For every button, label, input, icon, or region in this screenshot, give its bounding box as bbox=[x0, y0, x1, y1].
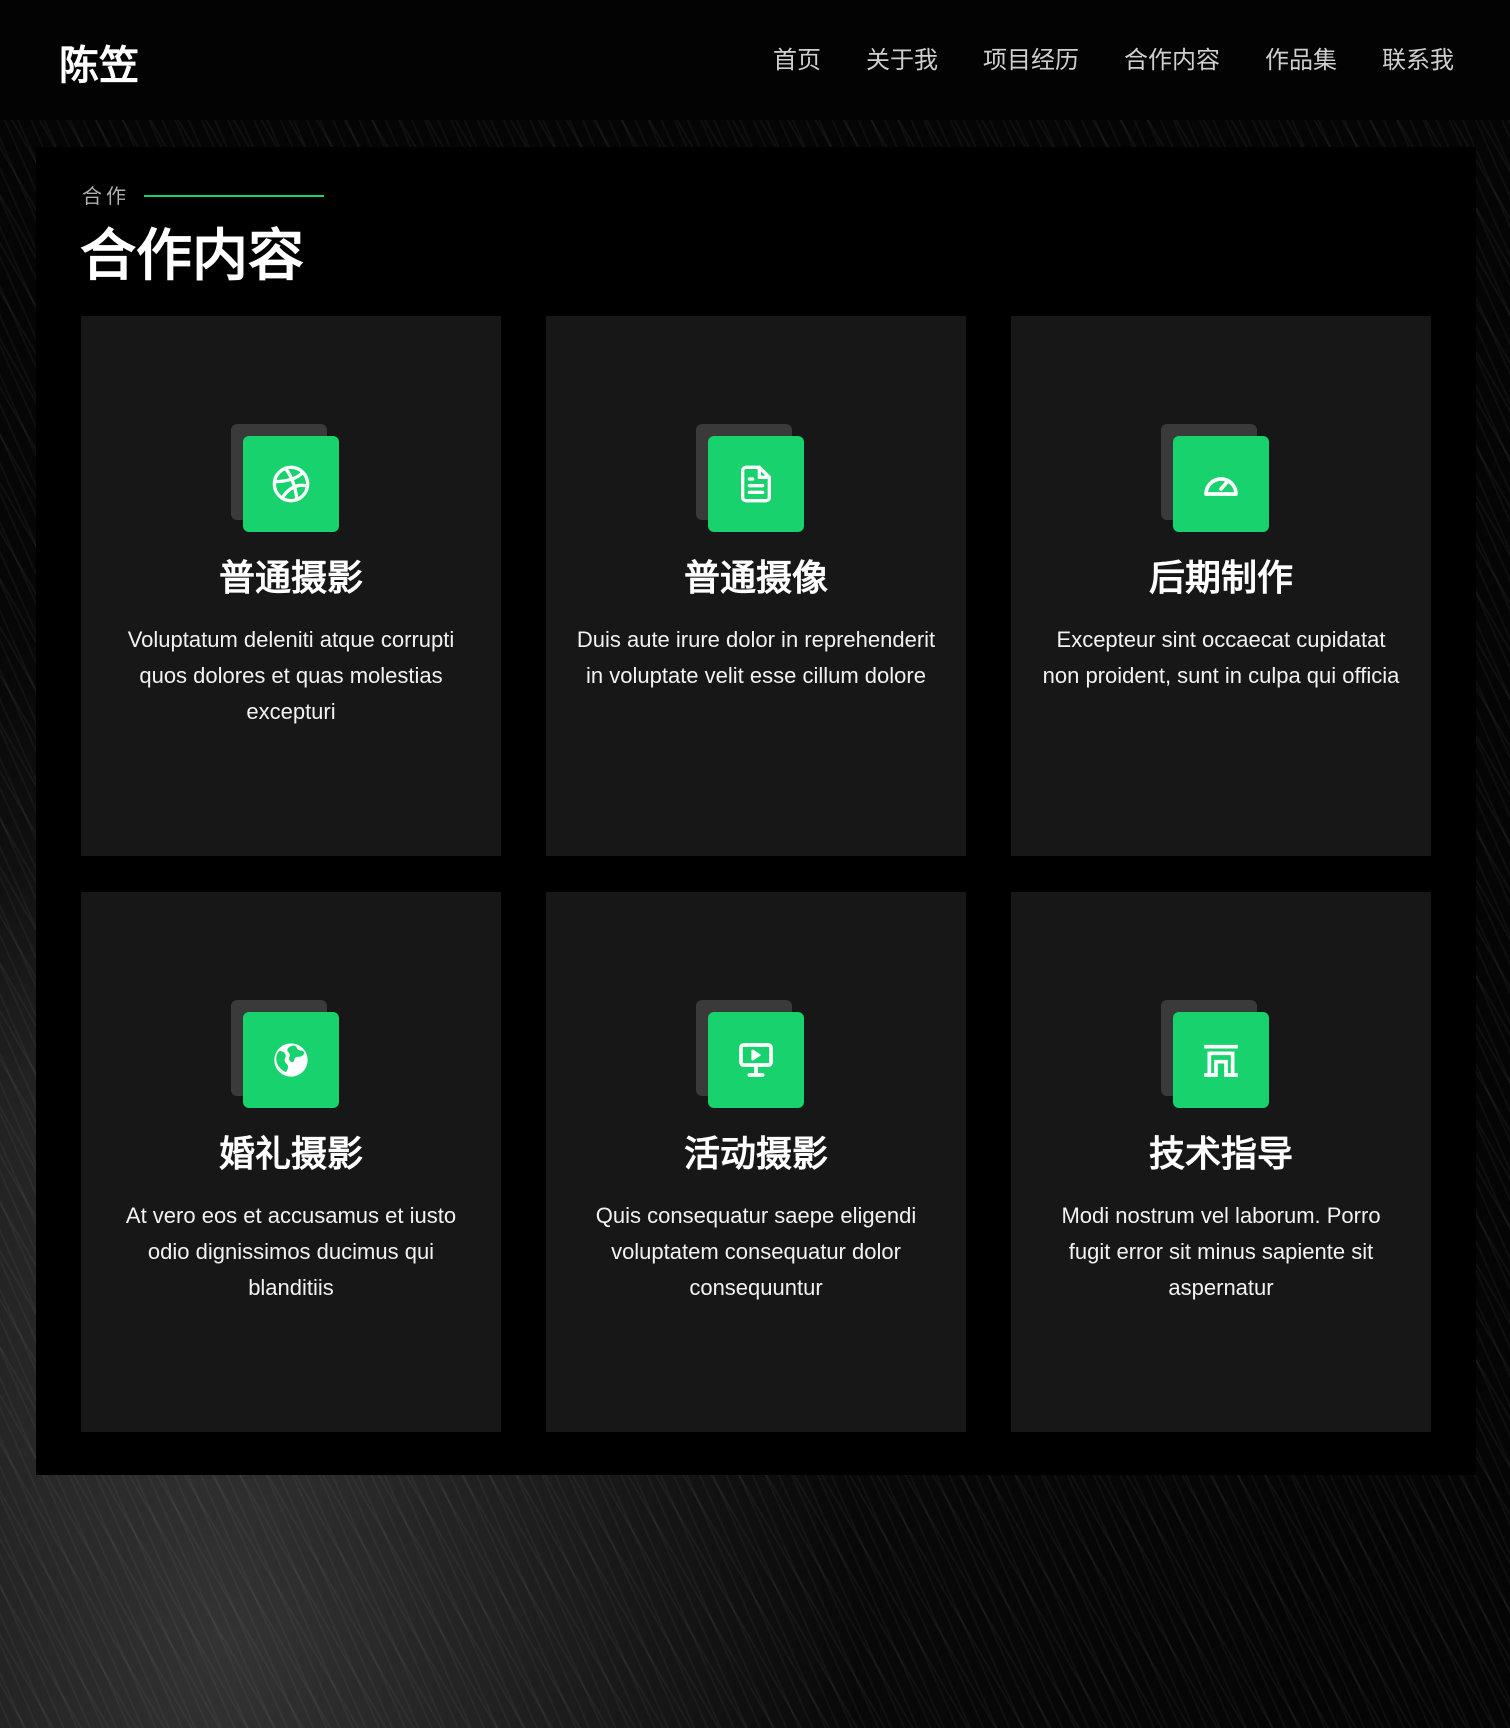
service-card-wedding[interactable]: 婚礼摄影 At vero eos et accusamus et iusto o… bbox=[81, 892, 501, 1432]
icon-container bbox=[231, 424, 339, 532]
card-title: 后期制作 bbox=[1148, 558, 1293, 599]
nav-item-about[interactable]: 关于我 bbox=[866, 44, 938, 76]
dribbble-icon bbox=[272, 465, 310, 503]
document-icon bbox=[741, 465, 771, 503]
icon-tile bbox=[708, 436, 804, 532]
service-card-technical-guidance[interactable]: 技术指导 Modi nostrum vel laborum. Porro fug… bbox=[1011, 892, 1431, 1432]
card-description: Voluptatum deleniti atque corrupti quos … bbox=[127, 627, 455, 724]
icon-container bbox=[231, 1000, 339, 1108]
card-description: Excepteur sint occaecat cupidatat non pr… bbox=[1042, 627, 1400, 688]
icon-container bbox=[696, 1000, 804, 1108]
icon-tile bbox=[1173, 436, 1269, 532]
card-description: Duis aute irure dolor in reprehenderit i… bbox=[576, 627, 936, 688]
main-nav: 首页 关于我 项目经历 合作内容 作品集 联系我 bbox=[773, 44, 1454, 76]
service-card-event[interactable]: 活动摄影 Quis consequatur saepe eligendi vol… bbox=[546, 892, 966, 1432]
nav-item-contact[interactable]: 联系我 bbox=[1382, 44, 1454, 76]
eyebrow-divider bbox=[144, 195, 324, 197]
icon-tile bbox=[243, 1012, 339, 1108]
presentation-icon bbox=[739, 1043, 773, 1077]
service-card-photography[interactable]: 普通摄影 Voluptatum deleniti atque corrupti … bbox=[81, 316, 501, 856]
icon-container bbox=[696, 424, 804, 532]
icon-container bbox=[1161, 1000, 1269, 1108]
card-description: At vero eos et accusamus et iusto odio d… bbox=[125, 1203, 457, 1300]
card-title: 普通摄影 bbox=[218, 558, 363, 599]
icon-tile bbox=[708, 1012, 804, 1108]
service-card-videography[interactable]: 普通摄像 Duis aute irure dolor in reprehende… bbox=[546, 316, 966, 856]
services-grid: 普通摄影 Voluptatum deleniti atque corrupti … bbox=[81, 316, 1431, 1432]
section-title: 合作内容 bbox=[80, 223, 304, 289]
nav-item-projects[interactable]: 项目经历 bbox=[983, 44, 1079, 76]
card-description: Modi nostrum vel laborum. Porro fugit er… bbox=[1061, 1203, 1381, 1300]
section-eyebrow: 合作 bbox=[82, 183, 324, 209]
icon-tile bbox=[1173, 1012, 1269, 1108]
nav-item-portfolio[interactable]: 作品集 bbox=[1265, 44, 1337, 76]
card-description: Quis consequatur saepe eligendi voluptat… bbox=[595, 1203, 917, 1300]
service-card-post-production[interactable]: 后期制作 Excepteur sint occaecat cupidatat n… bbox=[1011, 316, 1431, 856]
card-title: 普通摄像 bbox=[683, 558, 828, 599]
nav-item-services[interactable]: 合作内容 bbox=[1124, 44, 1220, 76]
speedometer-icon bbox=[1204, 477, 1238, 496]
archway-icon bbox=[1204, 1044, 1238, 1077]
icon-container bbox=[1161, 424, 1269, 532]
eyebrow-label: 合作 bbox=[82, 184, 130, 208]
icon-tile bbox=[243, 436, 339, 532]
nav-item-home[interactable]: 首页 bbox=[773, 44, 821, 76]
site-logo[interactable]: 陈笠 bbox=[59, 42, 139, 90]
header: 陈笠 首页 关于我 项目经历 合作内容 作品集 联系我 bbox=[0, 0, 1510, 120]
card-title: 技术指导 bbox=[1148, 1134, 1293, 1175]
services-section: 合作 合作内容 普通摄影 Voluptatum deleniti atque c… bbox=[36, 147, 1476, 1475]
globe-icon bbox=[274, 1043, 308, 1077]
card-title: 婚礼摄影 bbox=[218, 1134, 363, 1175]
card-title: 活动摄影 bbox=[683, 1134, 828, 1175]
